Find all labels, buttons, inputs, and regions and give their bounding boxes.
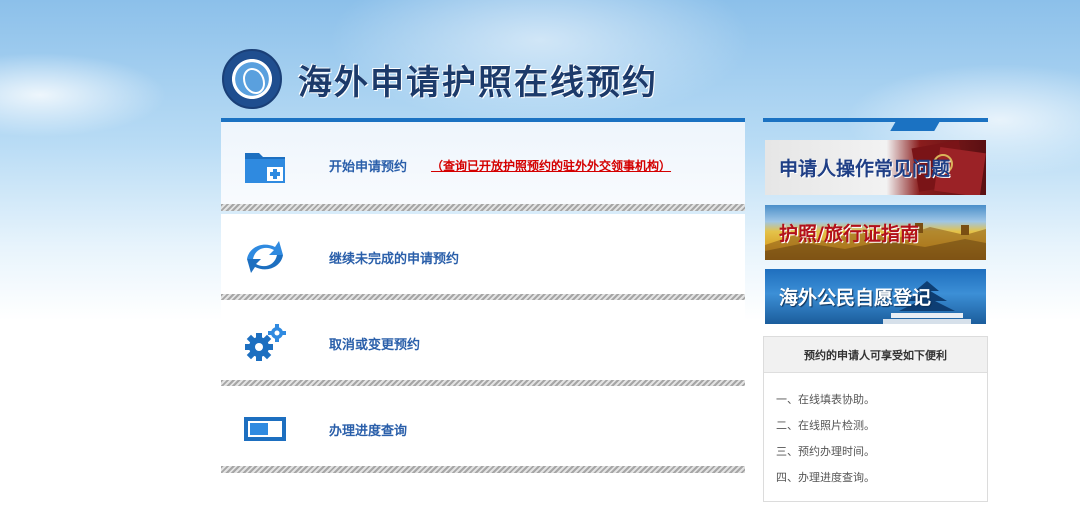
list-item: 一、在线填表协助。: [776, 393, 875, 406]
list-item: 四、办理进度查询。: [776, 471, 875, 484]
citizen-registration-banner-text: 海外公民自愿登记: [779, 287, 932, 309]
passport-guide-banner-text: 护照/旅行证指南: [779, 223, 919, 245]
menu-item-cancel-change[interactable]: 取消或变更预约: [221, 300, 745, 386]
menu-item-start-appointment[interactable]: 开始申请预约 （查询已开放护照预约的驻外外交领事机构）: [221, 122, 745, 208]
menu-item-label: 办理进度查询: [329, 423, 408, 439]
menu-item-label: 取消或变更预约: [329, 337, 421, 353]
sidebar-top-bar: [763, 118, 988, 122]
divider: [221, 466, 745, 473]
sidebar: 申请人操作常见问题 护照/旅行证指南 海外公民自愿登记 预约的申请人可享受如下便…: [763, 118, 988, 502]
open-consulates-link-text[interactable]: （查询已开放护照预约的驻外外交领事机构）: [431, 159, 671, 173]
passport-guide-banner[interactable]: 护照/旅行证指南: [765, 205, 986, 260]
menu-item-progress-query[interactable]: 办理进度查询: [221, 386, 745, 472]
progress-bar-icon: [243, 409, 287, 449]
list-item: 三、预约办理时间。: [776, 445, 875, 458]
divider: [221, 204, 745, 211]
open-consulates-link[interactable]: （查询已开放护照预约的驻外外交领事机构）: [431, 157, 671, 174]
benefits-list: 一、在线填表协助。 二、在线照片检测。 三、预约办理时间。 四、办理进度查询。: [764, 373, 987, 491]
benefits-title: 预约的申请人可享受如下便利: [764, 337, 987, 373]
site-header: 海外申请护照在线预约: [222, 48, 658, 110]
consular-emblem-icon: [222, 49, 282, 109]
citizen-registration-banner[interactable]: 海外公民自愿登记: [765, 269, 986, 324]
faq-banner-text: 申请人操作常见问题: [779, 158, 951, 180]
gears-icon: [243, 323, 287, 363]
menu-item-label: 继续未完成的申请预约: [329, 251, 460, 267]
benefits-box: 预约的申请人可享受如下便利 一、在线填表协助。 二、在线照片检测。 三、预约办理…: [763, 336, 988, 502]
list-item: 二、在线照片检测。: [776, 419, 875, 432]
menu-item-continue-appointment[interactable]: 继续未完成的申请预约: [221, 214, 745, 300]
faq-banner[interactable]: 申请人操作常见问题: [765, 140, 986, 195]
refresh-arrows-icon: [243, 237, 287, 277]
main-menu-panel: 开始申请预约 （查询已开放护照预约的驻外外交领事机构） 继续未完成的申请预约 取…: [221, 118, 745, 478]
menu-item-label: 开始申请预约: [329, 159, 408, 175]
folder-plus-icon: [243, 145, 287, 185]
page-title: 海外申请护照在线预约: [298, 62, 658, 103]
